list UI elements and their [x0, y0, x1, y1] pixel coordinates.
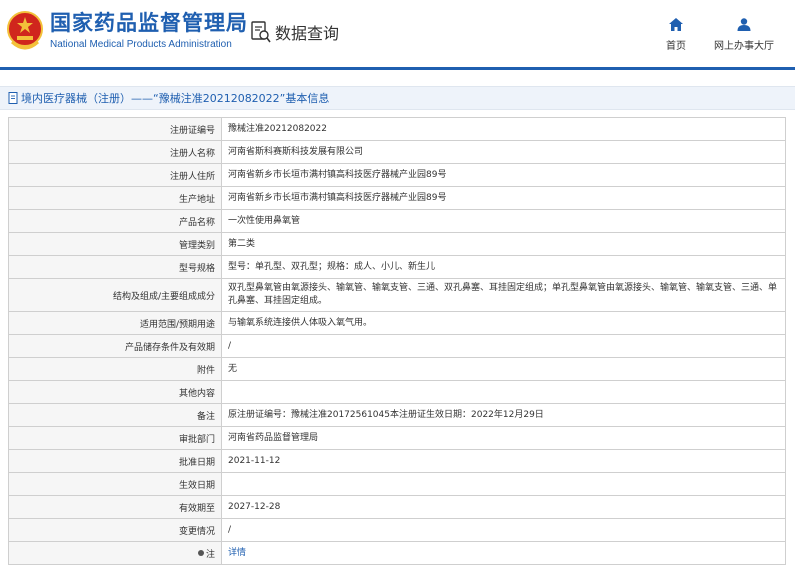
- note-value-cell: 详情: [221, 541, 786, 565]
- field-label: 附件: [8, 357, 222, 381]
- field-label: 注册人名称: [8, 140, 222, 164]
- field-value: /: [221, 518, 786, 542]
- record-title: 境内医疗器械（注册）——“豫械注准20212082022”基本信息: [21, 92, 330, 105]
- field-value: 豫械注准20212082022: [221, 117, 786, 141]
- field-value: 无: [221, 357, 786, 381]
- field-label: 注册人住所: [8, 163, 222, 187]
- field-value: /: [221, 334, 786, 358]
- table-row: 注册人住所 河南省新乡市长垣市满村镇高科技医疗器械产业园89号: [8, 163, 786, 187]
- home-icon: [669, 18, 683, 31]
- note-label: 注: [205, 549, 215, 560]
- field-value: 河南省药品监督管理局: [221, 426, 786, 450]
- table-row: 审批部门 河南省药品监督管理局: [8, 426, 786, 450]
- org-name-en: National Medical Products Administration: [50, 38, 232, 50]
- table-row: 适用范围/预期用途 与输氧系统连接供人体吸入氧气用。: [8, 311, 786, 335]
- field-label: 批准日期: [8, 449, 222, 473]
- data-query-link[interactable]: 数据查询: [251, 20, 339, 44]
- table-row: 有效期至 2027-12-28: [8, 495, 786, 519]
- table-row: 注 详情: [8, 541, 786, 565]
- table-row: 结构及组成/主要组成成分 双孔型鼻氧管由氧源接头、输氧管、输氧支管、三通、双孔鼻塞…: [8, 278, 786, 312]
- table-row: 生产地址 河南省新乡市长垣市满村镇高科技医疗器械产业园89号: [8, 186, 786, 210]
- table-row: 注册人名称 河南省斯科赛斯科技发展有限公司: [8, 140, 786, 164]
- bullet-icon: [197, 550, 204, 556]
- field-label: 生产地址: [8, 186, 222, 210]
- details-link[interactable]: 详情: [228, 548, 246, 558]
- field-value: 河南省斯科赛斯科技发展有限公司: [221, 140, 786, 164]
- table-row: 生效日期: [8, 472, 786, 496]
- field-label: 型号规格: [8, 255, 222, 279]
- table-row: 批准日期 2021-11-12: [8, 449, 786, 473]
- note-label-cell: 注: [8, 541, 222, 565]
- field-value: 原注册证编号：豫械注准20172561045本注册证生效日期：2022年12月2…: [221, 403, 786, 427]
- national-emblem-icon: [7, 11, 43, 50]
- field-label: 产品名称: [8, 209, 222, 233]
- field-value: 与输氧系统连接供人体吸入氧气用。: [221, 311, 786, 335]
- table-row: 产品储存条件及有效期 /: [8, 334, 786, 358]
- field-value: 第二类: [221, 232, 786, 256]
- field-value: 2027-12-28: [221, 495, 786, 519]
- field-label: 适用范围/预期用途: [8, 311, 222, 335]
- document-search-icon: [251, 21, 271, 43]
- field-label: 注册证编号: [8, 117, 222, 141]
- field-value: 河南省新乡市长垣市满村镇高科技医疗器械产业园89号: [221, 163, 786, 187]
- field-label: 产品储存条件及有效期: [8, 334, 222, 358]
- user-icon: [737, 18, 751, 31]
- field-value: 2021-11-12: [221, 449, 786, 473]
- field-value: [221, 472, 786, 496]
- table-row: 附件无: [8, 357, 786, 381]
- field-value: 双孔型鼻氧管由氧源接头、输氧管、输氧支管、三通、双孔鼻塞、耳挂固定组成；单孔型鼻…: [221, 278, 786, 312]
- site-header: 国家药品监督管理局 National Medical Products Admi…: [0, 0, 795, 70]
- table-row: 产品名称 一次性使用鼻氧管: [8, 209, 786, 233]
- field-label: 备注: [8, 403, 222, 427]
- table-row: 其他内容: [8, 380, 786, 404]
- table-row: 型号规格 型号：单孔型、双孔型；规格：成人、小儿、新生儿: [8, 255, 786, 279]
- nav-service-hall-button[interactable]: 网上办事大厅: [714, 18, 774, 52]
- field-label: 生效日期: [8, 472, 222, 496]
- field-label: 审批部门: [8, 426, 222, 450]
- field-value: 型号：单孔型、双孔型；规格：成人、小儿、新生儿: [221, 255, 786, 279]
- field-label: 变更情况: [8, 518, 222, 542]
- field-value: [221, 380, 786, 404]
- table-row: 变更情况 /: [8, 518, 786, 542]
- data-query-label: 数据查询: [275, 24, 340, 43]
- nav-home-label: 首页: [666, 41, 686, 52]
- nav-home-button[interactable]: 首页: [664, 18, 688, 52]
- field-value: 一次性使用鼻氧管: [221, 209, 786, 233]
- table-row: 注册证编号 豫械注准20212082022: [8, 117, 786, 141]
- field-label: 有效期至: [8, 495, 222, 519]
- table-row: 备注 原注册证编号：豫械注准20172561045本注册证生效日期：2022年12…: [8, 403, 786, 427]
- org-name-cn: 国家药品监督管理局: [50, 10, 248, 35]
- nav-service-hall-label: 网上办事大厅: [714, 41, 774, 52]
- field-value: 河南省新乡市长垣市满村镇高科技医疗器械产业园89号: [221, 186, 786, 210]
- registration-info-table: 注册证编号 豫械注准20212082022 注册人名称 河南省斯科赛斯科技发展有限公司…: [8, 117, 786, 565]
- field-label: 结构及组成/主要组成成分: [8, 278, 222, 312]
- table-row: 管理类别 第二类: [8, 232, 786, 256]
- record-title-bar: 境内医疗器械（注册）——“豫械注准20212082022”基本信息: [0, 86, 795, 110]
- document-icon: [8, 92, 18, 104]
- site-logo[interactable]: 国家药品监督管理局 National Medical Products Admi…: [6, 10, 248, 52]
- field-label: 管理类别: [8, 232, 222, 256]
- field-label: 其他内容: [8, 380, 222, 404]
